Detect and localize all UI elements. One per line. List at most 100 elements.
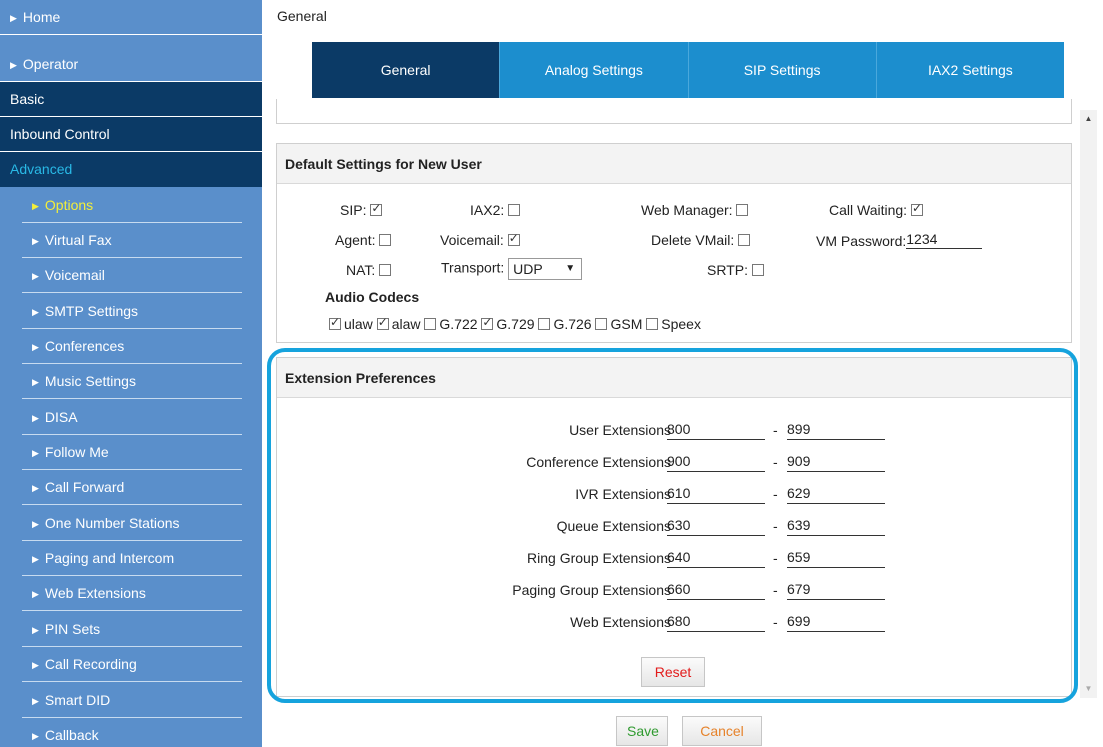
extension-to-input[interactable]: 639	[787, 514, 885, 536]
field-label: VM Password:	[816, 233, 907, 249]
sidebar-item-home[interactable]: ▶ Home	[0, 0, 262, 35]
sidebar-item-call-recording[interactable]: ▶ Call Recording	[0, 647, 262, 682]
sidebar-item-label: Virtual Fax	[44, 232, 112, 248]
field-label: Web Manager:	[641, 202, 733, 218]
tab-analog-settings[interactable]: Analog Settings	[500, 42, 689, 98]
sidebar-item-one-number-stations[interactable]: ▶ One Number Stations	[0, 506, 262, 541]
vm-password-field: VM Password:1234	[816, 230, 983, 249]
codec-label: ulaw	[344, 316, 373, 332]
cancel-button[interactable]: Cancel	[682, 716, 762, 746]
extension-row-ivr: IVR Extensions 610 - 629	[277, 482, 1073, 508]
sidebar-item-smart-did[interactable]: ▶ Smart DID	[0, 683, 262, 718]
codec-label: G.726	[553, 316, 592, 332]
tab-iax2-settings[interactable]: IAX2 Settings	[876, 42, 1064, 98]
codec-g722-checkbox[interactable]	[424, 318, 437, 330]
extension-to-input[interactable]: 699	[787, 610, 885, 632]
sidebar-item-call-forward[interactable]: ▶ Call Forward	[0, 470, 262, 505]
delete-vmail-checkbox[interactable]	[738, 234, 751, 246]
sidebar-item-virtual-fax[interactable]: ▶ Virtual Fax	[0, 223, 262, 258]
field-label: Delete VMail:	[651, 232, 735, 248]
extension-row-label: Web Extensions	[570, 614, 671, 630]
triangle-right-icon: ▶	[32, 554, 39, 564]
extension-to-input[interactable]: 909	[787, 450, 885, 472]
extension-to-input[interactable]: 659	[787, 546, 885, 568]
sidebar-item-label: One Number Stations	[44, 515, 180, 531]
extension-to-input[interactable]: 629	[787, 482, 885, 504]
iax2-checkbox[interactable]	[508, 204, 521, 216]
sidebar-item-smtp-settings[interactable]: ▶ SMTP Settings	[0, 294, 262, 329]
triangle-right-icon: ▶	[32, 236, 39, 246]
extension-from-input[interactable]: 630	[667, 514, 765, 536]
triangle-right-icon: ▶	[32, 413, 39, 423]
sidebar-item-label: Smart DID	[44, 692, 111, 708]
extension-from-input[interactable]: 610	[667, 482, 765, 504]
scroll-up-arrow-icon[interactable]: ▲	[1080, 110, 1097, 128]
call-waiting-checkbox[interactable]	[910, 201, 923, 216]
audio-codecs-list: ulaw alaw G.722 G.729 G.726 GSM Speex	[329, 315, 701, 332]
vm-password-input[interactable]: 1234	[906, 230, 983, 249]
agent-checkbox[interactable]	[379, 234, 392, 246]
tab-general[interactable]: General	[312, 42, 501, 98]
sidebar-item-callback[interactable]: ▶ Callback	[0, 718, 262, 747]
sidebar-item-paging-and-intercom[interactable]: ▶ Paging and Intercom	[0, 541, 262, 576]
scroll-down-arrow-icon[interactable]: ▼	[1080, 680, 1097, 698]
codec-label: Speex	[661, 316, 701, 332]
sidebar-item-disa[interactable]: ▶ DISA	[0, 400, 262, 435]
sidebar-section-inbound-control[interactable]: Inbound Control	[0, 117, 262, 152]
extension-to-input[interactable]: 679	[787, 578, 885, 600]
web-manager-checkbox[interactable]	[736, 204, 749, 216]
sidebar-section-label: Inbound Control	[10, 126, 110, 142]
scrollbar[interactable]: ▲ ▼	[1080, 110, 1097, 698]
extension-row-queue: Queue Extensions 630 - 639	[277, 514, 1073, 540]
extension-from-input[interactable]: 660	[667, 578, 765, 600]
voicemail-field: Voicemail:	[440, 231, 520, 248]
extension-to-input[interactable]: 899	[787, 418, 885, 440]
voicemail-checkbox[interactable]	[507, 231, 520, 246]
sidebar-item-label: Paging and Intercom	[44, 550, 175, 566]
codec-ulaw-checkbox[interactable]	[329, 315, 341, 330]
triangle-right-icon: ▶	[32, 307, 39, 317]
save-button[interactable]: Save	[616, 716, 668, 746]
extension-row-web: Web Extensions 680 - 699	[277, 610, 1073, 636]
range-dash: -	[773, 614, 778, 630]
default-settings-panel: Default Settings for New User SIP: IAX2:…	[276, 143, 1072, 343]
sidebar-item-operator[interactable]: ▶ Operator	[0, 47, 262, 82]
sip-checkbox[interactable]	[370, 201, 383, 216]
sidebar-item-options[interactable]: ▶ Options	[0, 188, 262, 223]
codec-g726-checkbox[interactable]	[538, 318, 551, 330]
codec-alaw-checkbox[interactable]	[376, 315, 389, 330]
extension-from-input[interactable]: 800	[667, 418, 765, 440]
codec-g729-checkbox[interactable]	[481, 315, 494, 330]
sidebar-item-voicemail[interactable]: ▶ Voicemail	[0, 258, 262, 293]
srtp-checkbox[interactable]	[751, 264, 764, 276]
sidebar-item-label: Voicemail	[44, 267, 105, 283]
sidebar-item-web-extensions[interactable]: ▶ Web Extensions	[0, 576, 262, 611]
reset-button[interactable]: Reset	[641, 657, 705, 687]
sidebar-item-label: Call Forward	[44, 479, 125, 495]
transport-select[interactable]: UDP ▼	[508, 258, 583, 280]
codec-label: GSM	[610, 316, 643, 332]
codec-speex-checkbox[interactable]	[646, 318, 659, 330]
audio-codecs-label: Audio Codecs	[325, 289, 420, 305]
sidebar-item-pin-sets[interactable]: ▶ PIN Sets	[0, 612, 262, 647]
tab-sip-settings[interactable]: SIP Settings	[688, 42, 877, 98]
sidebar-section-advanced[interactable]: Advanced	[0, 152, 262, 187]
range-dash: -	[773, 550, 778, 566]
caret-down-icon: ▼	[565, 263, 576, 274]
sidebar-item-conferences[interactable]: ▶ Conferences	[0, 329, 262, 364]
extension-from-input[interactable]: 680	[667, 610, 765, 632]
extension-from-input[interactable]: 640	[667, 546, 765, 568]
sidebar-item-label: Follow Me	[44, 444, 109, 460]
web-manager-field: Web Manager:	[641, 202, 749, 218]
field-label: IAX2:	[470, 202, 505, 218]
sidebar-section-label: Advanced	[10, 161, 73, 177]
range-dash: -	[773, 422, 778, 438]
nat-checkbox[interactable]	[379, 264, 392, 276]
sidebar-section-basic[interactable]: Basic	[0, 82, 262, 117]
sidebar-item-follow-me[interactable]: ▶ Follow Me	[0, 435, 262, 470]
panel-title: Extension Preferences	[277, 358, 1071, 398]
codec-gsm-checkbox[interactable]	[595, 318, 608, 330]
sidebar-item-music-settings[interactable]: ▶ Music Settings	[0, 364, 262, 399]
sidebar-item-label: Operator	[22, 56, 79, 72]
extension-from-input[interactable]: 900	[667, 450, 765, 472]
